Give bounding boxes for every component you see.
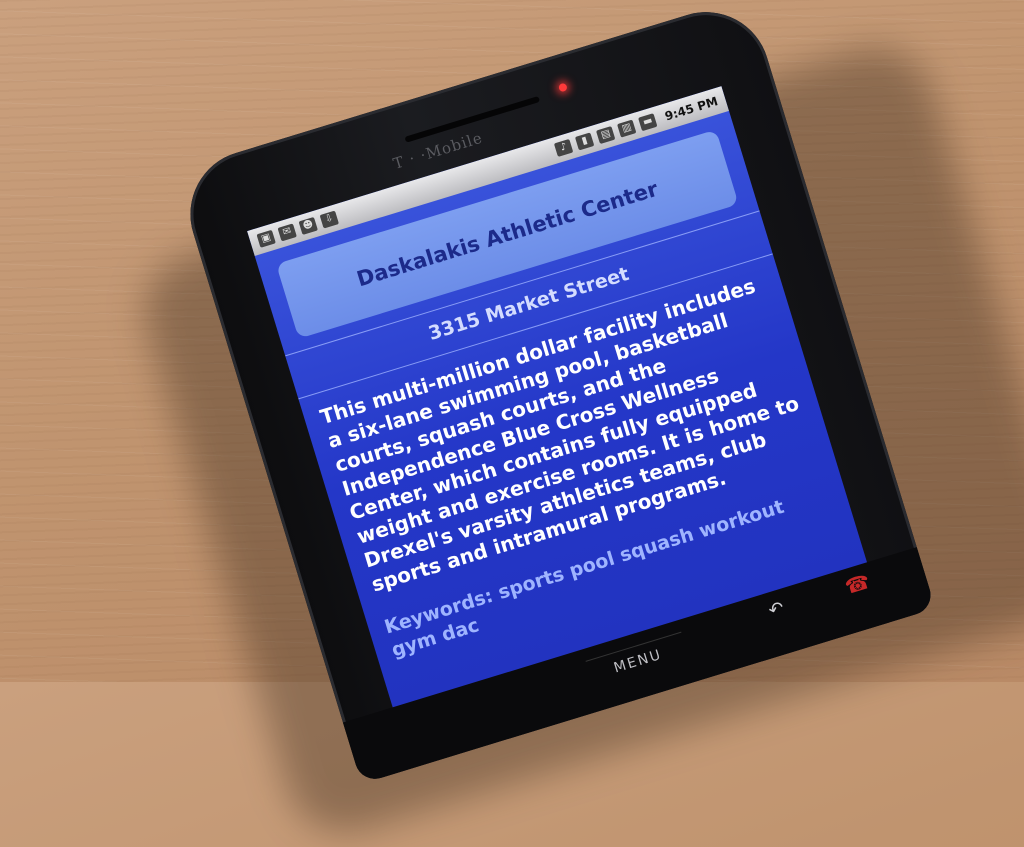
notification-led-icon	[557, 82, 568, 93]
app-icon: ☻	[298, 216, 318, 236]
download-icon: ⇩	[319, 210, 339, 229]
notification-icon: ▣	[256, 229, 276, 248]
sync-icon: ▤	[596, 125, 616, 145]
end-call-icon[interactable]: ☎	[842, 569, 873, 599]
mail-icon: ✉	[277, 223, 297, 242]
music-icon: ♪	[554, 138, 574, 157]
battery-icon: ▬	[638, 113, 658, 132]
signal-icon: ▮	[575, 132, 595, 151]
status-time: 9:45 PM	[663, 94, 720, 124]
network-bars-icon: ▥	[617, 119, 637, 138]
back-arrow-icon[interactable]: ↶	[766, 597, 787, 621]
